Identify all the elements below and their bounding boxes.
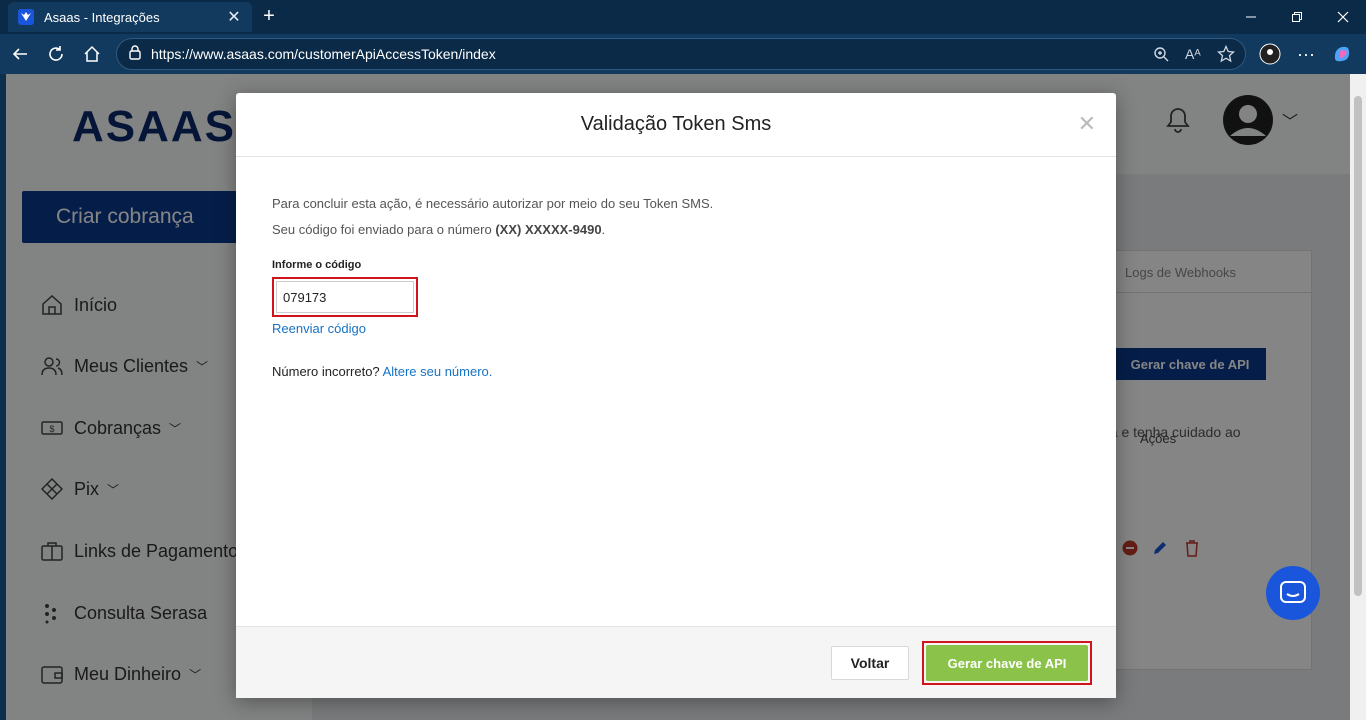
tab-title: Asaas - Integrações [44, 9, 160, 25]
back-arrow-icon[interactable] [6, 40, 34, 68]
generate-button-highlight: Gerar chave de API [922, 641, 1092, 685]
browser-tab-bar: Asaas - Integrações ✕ + [0, 0, 1366, 34]
resend-code-link[interactable]: Reenviar código [272, 321, 1080, 336]
url-text[interactable]: https://www.asaas.com/customerApiAccessT… [151, 46, 496, 62]
close-tab-icon[interactable]: ✕ [226, 7, 242, 27]
browser-nav-bar: https://www.asaas.com/customerApiAccessT… [0, 34, 1366, 74]
lock-icon[interactable] [127, 44, 143, 65]
read-aloud-icon[interactable]: Aᴬ [1185, 39, 1201, 69]
asaas-favicon-icon [18, 9, 34, 25]
new-tab-button[interactable]: + [258, 4, 280, 28]
close-window-button[interactable] [1320, 0, 1366, 34]
code-label: Informe o código [272, 259, 362, 271]
sent-number-text: Seu código foi enviado para o número (XX… [272, 222, 606, 237]
home-icon[interactable] [78, 40, 106, 68]
code-input[interactable] [276, 281, 414, 313]
more-options-icon[interactable]: ··· [1292, 40, 1320, 68]
copilot-icon[interactable] [1328, 40, 1356, 68]
modal-title: Validação Token Sms [580, 113, 772, 135]
chat-icon [1280, 581, 1306, 603]
wrong-number-text: Número incorreto? Altere seu número. [272, 364, 493, 379]
zoom-icon[interactable] [1153, 39, 1169, 69]
token-sms-modal: Validação Token Sms ✕ Para concluir esta… [236, 93, 1116, 698]
minimize-button[interactable] [1228, 0, 1274, 34]
modal-footer: Voltar Gerar chave de API [236, 626, 1116, 698]
favorite-star-icon[interactable] [1217, 39, 1235, 69]
code-field-highlight [272, 277, 418, 317]
restore-button[interactable] [1274, 0, 1320, 34]
close-icon[interactable]: ✕ [1078, 113, 1096, 135]
back-button[interactable]: Voltar [831, 646, 909, 680]
change-number-link[interactable]: Altere seu número. [383, 364, 493, 379]
page-scrollbar[interactable] [1350, 74, 1366, 720]
masked-phone-number: (XX) XXXXX-9490 [495, 222, 602, 237]
scrollbar-thumb[interactable] [1354, 96, 1362, 596]
address-bar[interactable]: https://www.asaas.com/customerApiAccessT… [116, 38, 1246, 70]
profile-avatar-icon[interactable] [1256, 40, 1284, 68]
instruction-text: Para concluir esta ação, é necessário au… [272, 196, 714, 211]
modal-header: Validação Token Sms ✕ [236, 93, 1116, 157]
refresh-icon[interactable] [42, 40, 70, 68]
modal-body: Para concluir esta ação, é necessário au… [236, 157, 1116, 379]
browser-tab[interactable]: Asaas - Integrações ✕ [8, 2, 252, 32]
chat-button[interactable] [1266, 566, 1320, 620]
generate-api-key-button[interactable]: Gerar chave de API [926, 645, 1088, 681]
